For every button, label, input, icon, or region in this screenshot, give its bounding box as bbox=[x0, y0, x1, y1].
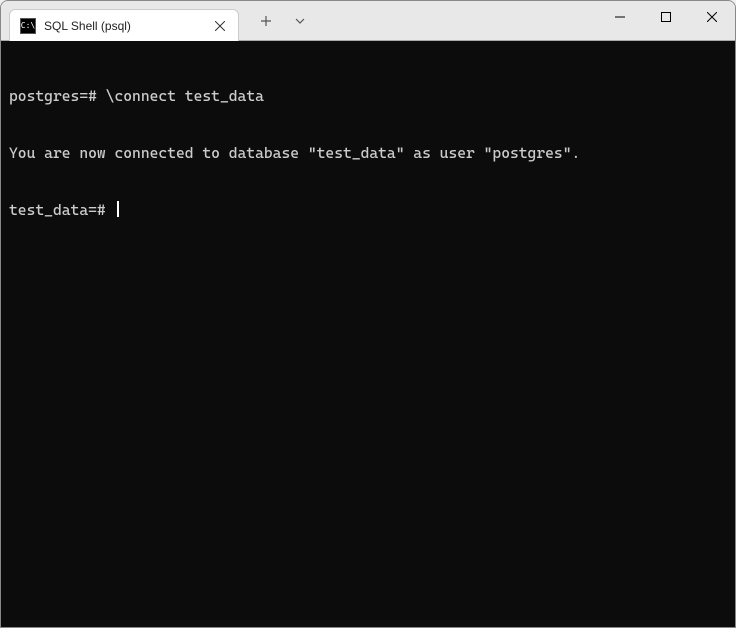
tab-sql-shell[interactable]: C:\ SQL Shell (psql) bbox=[9, 9, 239, 41]
close-window-button[interactable] bbox=[689, 1, 735, 33]
minimize-icon bbox=[615, 12, 625, 22]
terminal-window: C:\ SQL Shell (psql) bbox=[0, 0, 736, 628]
terminal-icon: C:\ bbox=[20, 18, 36, 34]
terminal-line: test_data=# bbox=[9, 201, 727, 220]
maximize-button[interactable] bbox=[643, 1, 689, 33]
terminal-content[interactable]: postgres=# \connect test_data You are no… bbox=[1, 41, 735, 627]
prompt: test_data=# bbox=[9, 201, 114, 220]
prompt: postgres=# bbox=[9, 87, 106, 105]
tab-close-button[interactable] bbox=[212, 18, 228, 34]
close-icon bbox=[215, 21, 225, 31]
terminal-line: You are now connected to database "test_… bbox=[9, 144, 727, 163]
plus-icon bbox=[260, 15, 272, 27]
minimize-button[interactable] bbox=[597, 1, 643, 33]
terminal-line: postgres=# \connect test_data bbox=[9, 87, 727, 106]
titlebar: C:\ SQL Shell (psql) bbox=[1, 1, 735, 41]
close-icon bbox=[707, 12, 717, 22]
output-text: You are now connected to database "test_… bbox=[9, 144, 580, 162]
cursor bbox=[117, 201, 119, 217]
tab-actions bbox=[239, 1, 315, 40]
tab-strip: C:\ SQL Shell (psql) bbox=[1, 1, 239, 40]
window-controls bbox=[597, 1, 735, 33]
command-text: \connect test_data bbox=[106, 87, 264, 105]
tab-title: SQL Shell (psql) bbox=[44, 19, 204, 33]
new-tab-button[interactable] bbox=[251, 6, 281, 36]
tab-dropdown-button[interactable] bbox=[285, 6, 315, 36]
chevron-down-icon bbox=[295, 18, 305, 24]
maximize-icon bbox=[661, 12, 671, 22]
